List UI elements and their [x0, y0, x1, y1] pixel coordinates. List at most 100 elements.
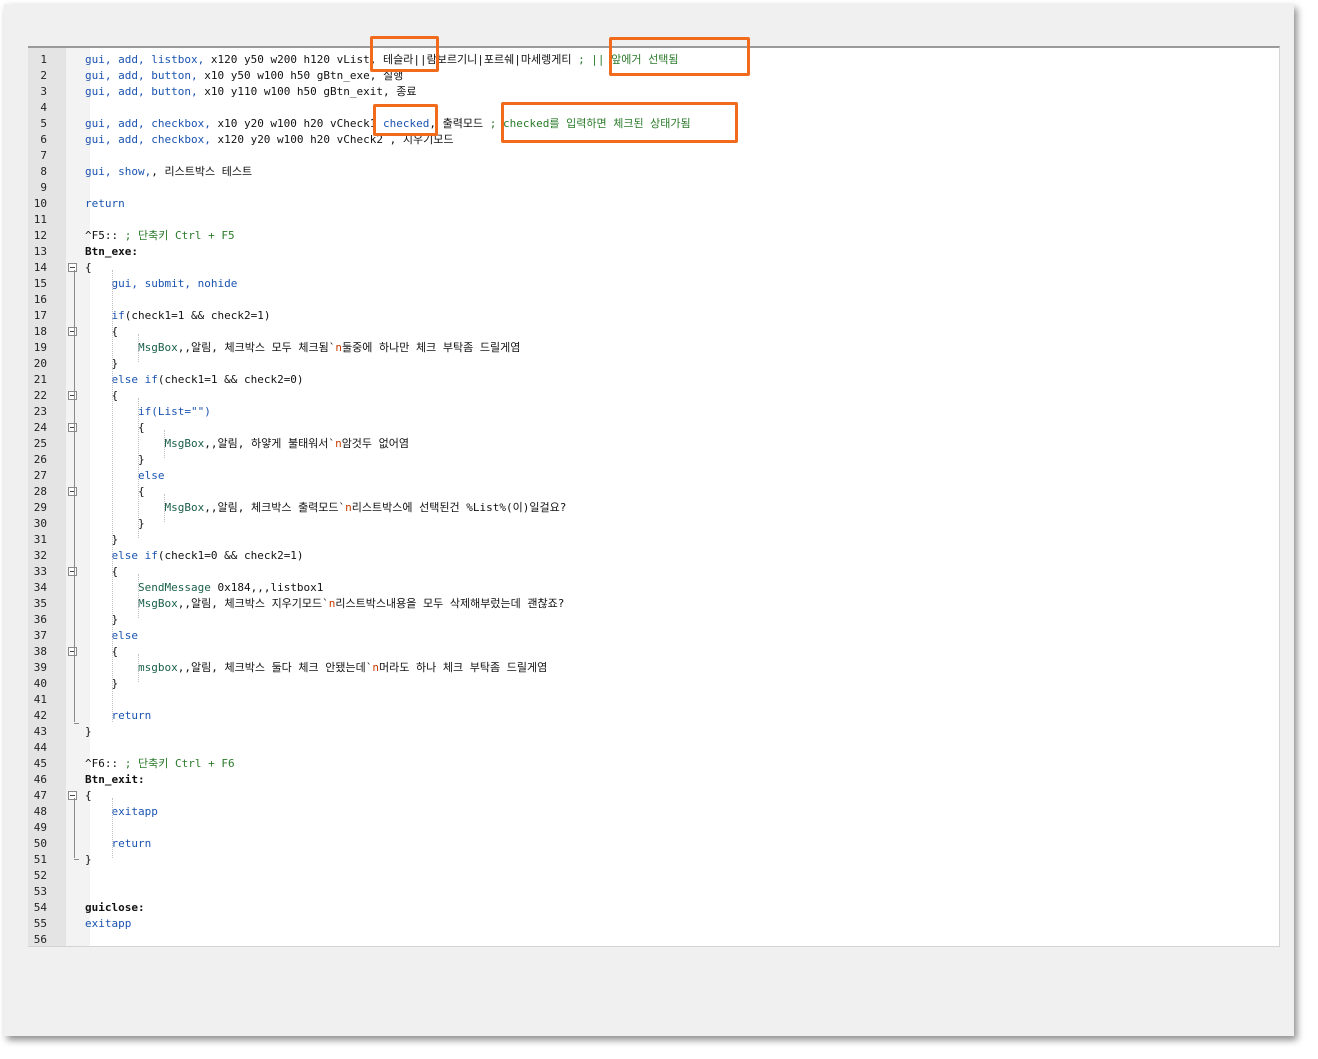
- code-line[interactable]: 41: [28, 692, 1279, 708]
- code-line[interactable]: 36 }: [28, 612, 1279, 628]
- code-line[interactable]: 20 }: [28, 356, 1279, 372]
- line-number: 3: [40, 85, 47, 98]
- fold-toggle-icon[interactable]: [68, 391, 77, 400]
- line-number: 34: [33, 581, 47, 594]
- indent-guide: [164, 494, 165, 522]
- code-line[interactable]: 7: [28, 148, 1279, 164]
- code-line[interactable]: 51}: [28, 852, 1279, 868]
- code-line[interactable]: 9: [28, 180, 1279, 196]
- highlight-box-checked: [373, 104, 438, 136]
- code-token: x10 y20 w100 h20 vCheck1: [217, 117, 384, 130]
- code-line[interactable]: 29 MsgBox,,알림, 체크박스 출력모드`n리스트박스에 선택된건 %L…: [28, 500, 1279, 516]
- fold-toggle-icon[interactable]: [68, 423, 77, 432]
- code-text: gui, submit, nohide: [85, 276, 238, 292]
- code-text: gui, add, button, x10 y110 w100 h50 gBtn…: [85, 84, 417, 100]
- line-number: 14: [33, 261, 47, 274]
- code-line[interactable]: 48 exitapp: [28, 804, 1279, 820]
- code-line[interactable]: 49: [28, 820, 1279, 836]
- indent-guide: [138, 398, 139, 538]
- code-line[interactable]: 55 exitapp: [28, 916, 1279, 932]
- code-text: {: [85, 324, 118, 340]
- fold-toggle-icon[interactable]: [68, 647, 77, 656]
- code-line[interactable]: 31 }: [28, 532, 1279, 548]
- code-token: Btn_exit:: [85, 773, 145, 786]
- code-line[interactable]: 50 return: [28, 836, 1279, 852]
- code-line[interactable]: 11: [28, 212, 1279, 228]
- fold-end-mark: [74, 723, 79, 724]
- code-line[interactable]: 16: [28, 292, 1279, 308]
- code-text: }: [85, 852, 92, 868]
- line-number: 26: [33, 453, 47, 466]
- code-line[interactable]: 34 SendMessage 0x184,,,listbox1: [28, 580, 1279, 596]
- code-token: MsgBox: [164, 501, 205, 514]
- code-editor[interactable]: 1 gui, add, listbox, x120 y50 w200 h120 v…: [28, 46, 1280, 947]
- fold-toggle-icon[interactable]: [68, 791, 77, 800]
- code-line[interactable]: 24 {: [28, 420, 1279, 436]
- code-line[interactable]: 38 {: [28, 644, 1279, 660]
- code-line[interactable]: 21 else if(check1=1 && check2=0): [28, 372, 1279, 388]
- code-token: , 리스트박스 테스트: [151, 165, 253, 178]
- code-line[interactable]: 52: [28, 868, 1279, 884]
- line-number: 27: [33, 469, 47, 482]
- code-token: gui, submit, nohide: [111, 277, 238, 290]
- code-line[interactable]: 18 {: [28, 324, 1279, 340]
- line-number: 16: [33, 293, 47, 306]
- code-line[interactable]: 54 guiclose:: [28, 900, 1279, 916]
- code-token: return: [111, 709, 152, 722]
- code-line[interactable]: 43}: [28, 724, 1279, 740]
- code-token: else if: [111, 373, 158, 386]
- code-line[interactable]: 56: [28, 932, 1279, 946]
- code-line[interactable]: 39 msgbox,,알림, 체크박스 둘다 체크 안됐는데`n머라도 하나 체…: [28, 660, 1279, 676]
- code-line[interactable]: 44: [28, 740, 1279, 756]
- line-number: 10: [33, 197, 47, 210]
- code-line[interactable]: 8 gui, show,, 리스트박스 테스트: [28, 164, 1279, 180]
- code-line[interactable]: 32 else if(check1=0 && check2=1): [28, 548, 1279, 564]
- code-text: Btn_exe:: [85, 244, 138, 260]
- code-line[interactable]: 27 else: [28, 468, 1279, 484]
- code-token: MsgBox: [137, 597, 178, 610]
- code-line[interactable]: 53: [28, 884, 1279, 900]
- line-number: 54: [33, 901, 47, 914]
- code-token: }: [85, 613, 119, 626]
- line-number: 44: [33, 741, 47, 754]
- code-line[interactable]: 26 }: [28, 452, 1279, 468]
- code-line[interactable]: 3 gui, add, button, x10 y110 w100 h50 gBt…: [28, 84, 1279, 100]
- code-line[interactable]: 33 {: [28, 564, 1279, 580]
- fold-toggle-icon[interactable]: [68, 567, 77, 576]
- code-line[interactable]: 14 {: [28, 260, 1279, 276]
- code-token: gui, add, checkbox,: [85, 117, 218, 130]
- code-token: gui, show,: [85, 165, 152, 178]
- code-line[interactable]: 30 }: [28, 516, 1279, 532]
- code-token: {: [85, 389, 119, 402]
- code-line[interactable]: 46 Btn_exit:: [28, 772, 1279, 788]
- code-line[interactable]: 13 Btn_exe:: [28, 244, 1279, 260]
- code-line[interactable]: 23 if(List=""): [28, 404, 1279, 420]
- code-line[interactable]: 25 MsgBox,,알림, 하얗게 불태워서`n암것두 없어염: [28, 436, 1279, 452]
- fold-toggle-icon[interactable]: [68, 487, 77, 496]
- code-line[interactable]: 22 {: [28, 388, 1279, 404]
- code-line[interactable]: 42 return: [28, 708, 1279, 724]
- code-line[interactable]: 10 return: [28, 196, 1279, 212]
- code-token: gui, add, button,: [85, 69, 205, 82]
- code-line[interactable]: 15 gui, submit, nohide: [28, 276, 1279, 292]
- code-line[interactable]: 47 {: [28, 788, 1279, 804]
- code-token: Btn_exe:: [85, 245, 138, 258]
- line-number: 20: [33, 357, 47, 370]
- code-line[interactable]: 17 if(check1=1 && check2=1): [28, 308, 1279, 324]
- code-line[interactable]: 12 ^F5:: ; 단축키 Ctrl + F5: [28, 228, 1279, 244]
- highlight-box-tesla: [370, 36, 439, 72]
- code-text: if(List=""): [85, 404, 211, 420]
- code-line[interactable]: 40 }: [28, 676, 1279, 692]
- code-line[interactable]: 28 {: [28, 484, 1279, 500]
- code-line[interactable]: 45 ^F6:: ; 단축키 Ctrl + F6: [28, 756, 1279, 772]
- code-text: MsgBox,,알림, 하얗게 불태워서`n암것두 없어염: [85, 436, 409, 452]
- code-token: (check1=1 && check2=1): [124, 309, 271, 322]
- fold-toggle-icon[interactable]: [68, 327, 77, 336]
- code-line[interactable]: 35 MsgBox,,알림, 체크박스 지우기모드`n리스트박스내용을 모두 삭…: [28, 596, 1279, 612]
- fold-toggle-icon[interactable]: [68, 263, 77, 272]
- code-line[interactable]: 19 MsgBox,,알림, 체크박스 모두 체크됨`n둘중에 하나만 체크 부…: [28, 340, 1279, 356]
- code-line[interactable]: 37 else: [28, 628, 1279, 644]
- code-text: Btn_exit:: [85, 772, 145, 788]
